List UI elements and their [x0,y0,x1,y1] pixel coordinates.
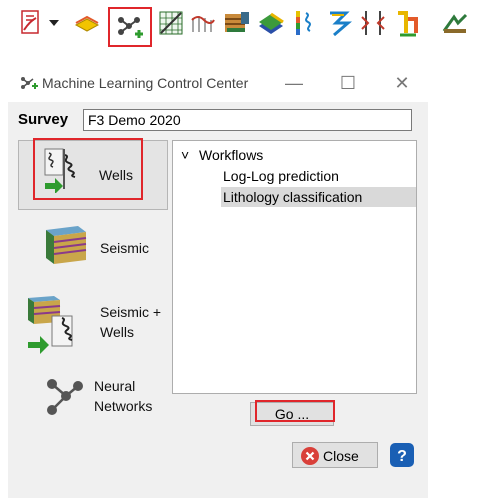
highlight-frame [255,400,335,422]
survey-label: Survey [18,111,69,128]
close-button-label: Close [323,448,359,464]
sidebar-item-label-line2: Wells [100,324,134,340]
machine-learning-icon [20,76,38,95]
close-button[interactable]: Close [292,442,378,468]
machine-learning-icon[interactable] [108,7,152,47]
maximize-button[interactable]: ☐ [328,70,368,96]
sidebar-item-label-line2: Networks [94,398,153,414]
window-close-button[interactable]: ✕ [382,70,422,96]
workflow-tree[interactable]: ˅ Workflows Log-Log prediction Lithology… [172,140,417,394]
seismic-icon [44,224,88,271]
log-tool-icon[interactable] [392,8,422,38]
sidebar-item-label: Wells [99,167,133,183]
minimize-button[interactable]: — [274,70,314,96]
velocity-well-icon[interactable] [188,8,218,38]
ml-control-center-window: Machine Learning Control Center — ☐ ✕ Su… [8,62,428,498]
horizon-layer-icon[interactable] [72,8,102,38]
dropdown-arrow-icon[interactable] [44,8,64,38]
wells-icon [43,147,83,198]
window-title: Machine Learning Control Center [42,75,249,91]
attribute-curve-icon[interactable] [324,8,354,38]
layer-model-icon[interactable] [256,8,286,38]
help-button[interactable]: ? [390,443,414,467]
well-log-icon[interactable] [290,8,320,38]
tree-item-lithology-classification[interactable]: Lithology classification [223,187,362,207]
close-icon [301,447,319,468]
sidebar-item-label-line1: Seismic + [100,304,162,320]
geobody-icon[interactable] [440,8,470,38]
sidebar-item-seismic[interactable]: Seismic [18,220,168,284]
sidebar-item-label: Seismic [100,240,150,256]
sidebar-item-wells[interactable]: Wells [18,138,168,210]
tree-root-workflows[interactable]: Workflows [199,145,263,165]
sidebar-item-label-line1: Neural [94,378,136,394]
title-bar: Machine Learning Control Center — ☐ ✕ [8,62,428,102]
svg-text:?: ? [397,448,407,465]
sidebar-item-seismic-wells[interactable]: Seismic + Wells [18,290,168,360]
well-correlation-icon[interactable] [358,8,388,38]
help-icon: ? [390,443,414,467]
seismic-volume-icon[interactable] [222,8,252,38]
chevron-down-icon[interactable]: ˅ [181,145,189,165]
survey-field[interactable] [83,109,412,131]
pdf-export-icon[interactable] [18,8,44,38]
sidebar-item-neural-networks[interactable]: Neural Networks [18,368,168,428]
seismic-wells-icon [26,294,78,359]
crossplot-grid-icon[interactable] [156,8,186,38]
main-toolbar [0,0,477,50]
neural-network-icon [44,376,84,421]
tree-item-log-log-prediction[interactable]: Log-Log prediction [223,166,339,186]
